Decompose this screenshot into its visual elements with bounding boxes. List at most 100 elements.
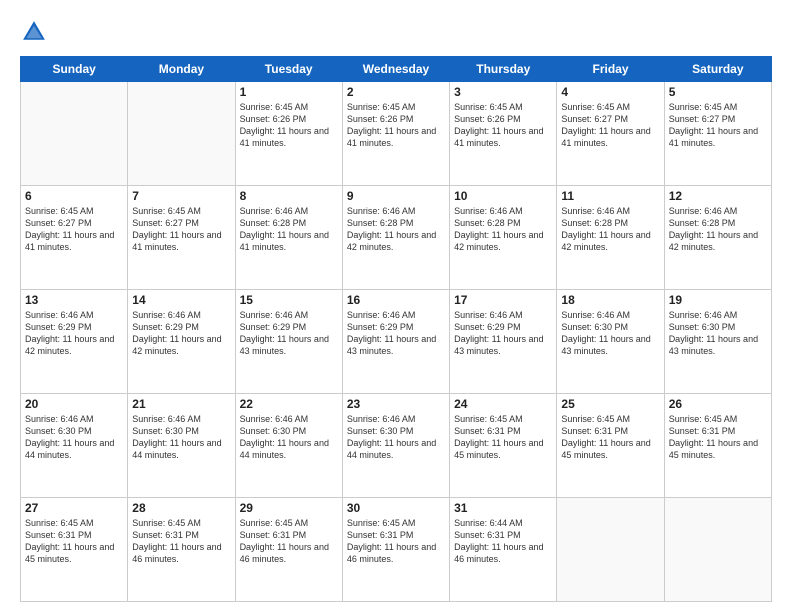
- day-number: 8: [240, 189, 338, 203]
- week-row-4: 20 Sunrise: 6:46 AM Sunset: 6:30 PM Dayli…: [21, 394, 772, 498]
- day-number: 26: [669, 397, 767, 411]
- day-cell: [128, 82, 235, 186]
- day-number: 20: [25, 397, 123, 411]
- day-info: Sunrise: 6:46 AM Sunset: 6:29 PM Dayligh…: [132, 309, 230, 358]
- day-info: Sunrise: 6:46 AM Sunset: 6:30 PM Dayligh…: [132, 413, 230, 462]
- day-info: Sunrise: 6:46 AM Sunset: 6:29 PM Dayligh…: [240, 309, 338, 358]
- day-info: Sunrise: 6:46 AM Sunset: 6:29 PM Dayligh…: [25, 309, 123, 358]
- week-row-5: 27 Sunrise: 6:45 AM Sunset: 6:31 PM Dayli…: [21, 498, 772, 602]
- day-number: 17: [454, 293, 552, 307]
- weekday-header-monday: Monday: [128, 57, 235, 82]
- day-cell: 12Sunrise: 6:46 AM Sunset: 6:28 PM Dayli…: [664, 186, 771, 290]
- weekday-header-thursday: Thursday: [450, 57, 557, 82]
- day-info: Sunrise: 6:46 AM Sunset: 6:30 PM Dayligh…: [347, 413, 445, 462]
- day-cell: 22 Sunrise: 6:46 AM Sunset: 6:30 PM Dayli…: [235, 394, 342, 498]
- day-cell: 15Sunrise: 6:46 AM Sunset: 6:29 PM Dayli…: [235, 290, 342, 394]
- day-number: 4: [561, 85, 659, 99]
- day-number: 13: [25, 293, 123, 307]
- day-number: 30: [347, 501, 445, 515]
- day-cell: 21 Sunrise: 6:46 AM Sunset: 6:30 PM Dayli…: [128, 394, 235, 498]
- day-number: 5: [669, 85, 767, 99]
- day-info: Sunrise: 6:45 AM Sunset: 6:27 PM Dayligh…: [561, 101, 659, 150]
- day-cell: 19Sunrise: 6:46 AM Sunset: 6:30 PM Dayli…: [664, 290, 771, 394]
- day-cell: 13 Sunrise: 6:46 AM Sunset: 6:29 PM Dayli…: [21, 290, 128, 394]
- week-row-2: 6 Sunrise: 6:45 AM Sunset: 6:27 PM Daylig…: [21, 186, 772, 290]
- day-number: 28: [132, 501, 230, 515]
- day-cell: 9Sunrise: 6:46 AM Sunset: 6:28 PM Daylig…: [342, 186, 449, 290]
- day-cell: 5 Sunrise: 6:45 AM Sunset: 6:27 PM Daylig…: [664, 82, 771, 186]
- day-info: Sunrise: 6:46 AM Sunset: 6:29 PM Dayligh…: [347, 309, 445, 358]
- day-number: 6: [25, 189, 123, 203]
- day-info: Sunrise: 6:45 AM Sunset: 6:31 PM Dayligh…: [347, 517, 445, 566]
- weekday-header-sunday: Sunday: [21, 57, 128, 82]
- day-cell: 31 Sunrise: 6:44 AM Sunset: 6:31 PM Dayli…: [450, 498, 557, 602]
- day-info: Sunrise: 6:45 AM Sunset: 6:26 PM Dayligh…: [240, 101, 338, 150]
- day-cell: 29 Sunrise: 6:45 AM Sunset: 6:31 PM Dayli…: [235, 498, 342, 602]
- day-info: Sunrise: 6:45 AM Sunset: 6:31 PM Dayligh…: [561, 413, 659, 462]
- day-info: Sunrise: 6:45 AM Sunset: 6:27 PM Dayligh…: [669, 101, 767, 150]
- day-number: 1: [240, 85, 338, 99]
- week-row-1: 1 Sunrise: 6:45 AM Sunset: 6:26 PM Daylig…: [21, 82, 772, 186]
- day-cell: 20 Sunrise: 6:46 AM Sunset: 6:30 PM Dayli…: [21, 394, 128, 498]
- day-cell: 30 Sunrise: 6:45 AM Sunset: 6:31 PM Dayli…: [342, 498, 449, 602]
- weekday-header-wednesday: Wednesday: [342, 57, 449, 82]
- header: [20, 18, 772, 46]
- day-info: Sunrise: 6:45 AM Sunset: 6:26 PM Dayligh…: [347, 101, 445, 150]
- day-number: 31: [454, 501, 552, 515]
- day-number: 7: [132, 189, 230, 203]
- weekday-header-tuesday: Tuesday: [235, 57, 342, 82]
- day-cell: [664, 498, 771, 602]
- day-cell: 27 Sunrise: 6:45 AM Sunset: 6:31 PM Dayli…: [21, 498, 128, 602]
- day-number: 14: [132, 293, 230, 307]
- day-info: Sunrise: 6:46 AM Sunset: 6:30 PM Dayligh…: [25, 413, 123, 462]
- day-number: 9: [347, 189, 445, 203]
- day-number: 18: [561, 293, 659, 307]
- day-cell: 6 Sunrise: 6:45 AM Sunset: 6:27 PM Daylig…: [21, 186, 128, 290]
- day-info: Sunrise: 6:45 AM Sunset: 6:31 PM Dayligh…: [240, 517, 338, 566]
- day-number: 2: [347, 85, 445, 99]
- day-number: 24: [454, 397, 552, 411]
- day-number: 21: [132, 397, 230, 411]
- day-number: 25: [561, 397, 659, 411]
- day-cell: 25 Sunrise: 6:45 AM Sunset: 6:31 PM Dayli…: [557, 394, 664, 498]
- day-cell: 18 Sunrise: 6:46 AM Sunset: 6:30 PM Dayli…: [557, 290, 664, 394]
- logo: [20, 18, 52, 46]
- day-number: 29: [240, 501, 338, 515]
- day-number: 12: [669, 189, 767, 203]
- day-info: Sunrise: 6:46 AM Sunset: 6:30 PM Dayligh…: [240, 413, 338, 462]
- page: SundayMondayTuesdayWednesdayThursdayFrid…: [0, 0, 792, 612]
- day-cell: 7Sunrise: 6:45 AM Sunset: 6:27 PM Daylig…: [128, 186, 235, 290]
- day-cell: 24 Sunrise: 6:45 AM Sunset: 6:31 PM Dayli…: [450, 394, 557, 498]
- day-info: Sunrise: 6:46 AM Sunset: 6:30 PM Dayligh…: [561, 309, 659, 358]
- weekday-header-friday: Friday: [557, 57, 664, 82]
- day-cell: 3 Sunrise: 6:45 AM Sunset: 6:26 PM Daylig…: [450, 82, 557, 186]
- day-cell: 23 Sunrise: 6:46 AM Sunset: 6:30 PM Dayli…: [342, 394, 449, 498]
- day-info: Sunrise: 6:44 AM Sunset: 6:31 PM Dayligh…: [454, 517, 552, 566]
- week-row-3: 13 Sunrise: 6:46 AM Sunset: 6:29 PM Dayli…: [21, 290, 772, 394]
- day-number: 23: [347, 397, 445, 411]
- day-cell: 11Sunrise: 6:46 AM Sunset: 6:28 PM Dayli…: [557, 186, 664, 290]
- day-cell: 8 Sunrise: 6:46 AM Sunset: 6:28 PM Daylig…: [235, 186, 342, 290]
- day-cell: [557, 498, 664, 602]
- day-cell: 16 Sunrise: 6:46 AM Sunset: 6:29 PM Dayli…: [342, 290, 449, 394]
- day-info: Sunrise: 6:45 AM Sunset: 6:31 PM Dayligh…: [132, 517, 230, 566]
- day-number: 16: [347, 293, 445, 307]
- day-number: 19: [669, 293, 767, 307]
- day-info: Sunrise: 6:45 AM Sunset: 6:26 PM Dayligh…: [454, 101, 552, 150]
- day-cell: 2 Sunrise: 6:45 AM Sunset: 6:26 PM Daylig…: [342, 82, 449, 186]
- day-info: Sunrise: 6:46 AM Sunset: 6:28 PM Dayligh…: [561, 205, 659, 254]
- day-number: 3: [454, 85, 552, 99]
- day-cell: 17Sunrise: 6:46 AM Sunset: 6:29 PM Dayli…: [450, 290, 557, 394]
- day-number: 22: [240, 397, 338, 411]
- day-number: 27: [25, 501, 123, 515]
- calendar-table: SundayMondayTuesdayWednesdayThursdayFrid…: [20, 56, 772, 602]
- day-cell: 26Sunrise: 6:45 AM Sunset: 6:31 PM Dayli…: [664, 394, 771, 498]
- day-cell: 10Sunrise: 6:46 AM Sunset: 6:28 PM Dayli…: [450, 186, 557, 290]
- day-info: Sunrise: 6:45 AM Sunset: 6:31 PM Dayligh…: [25, 517, 123, 566]
- logo-icon: [20, 18, 48, 46]
- day-info: Sunrise: 6:46 AM Sunset: 6:28 PM Dayligh…: [240, 205, 338, 254]
- day-info: Sunrise: 6:45 AM Sunset: 6:31 PM Dayligh…: [454, 413, 552, 462]
- weekday-header-saturday: Saturday: [664, 57, 771, 82]
- day-info: Sunrise: 6:46 AM Sunset: 6:28 PM Dayligh…: [454, 205, 552, 254]
- day-info: Sunrise: 6:45 AM Sunset: 6:27 PM Dayligh…: [25, 205, 123, 254]
